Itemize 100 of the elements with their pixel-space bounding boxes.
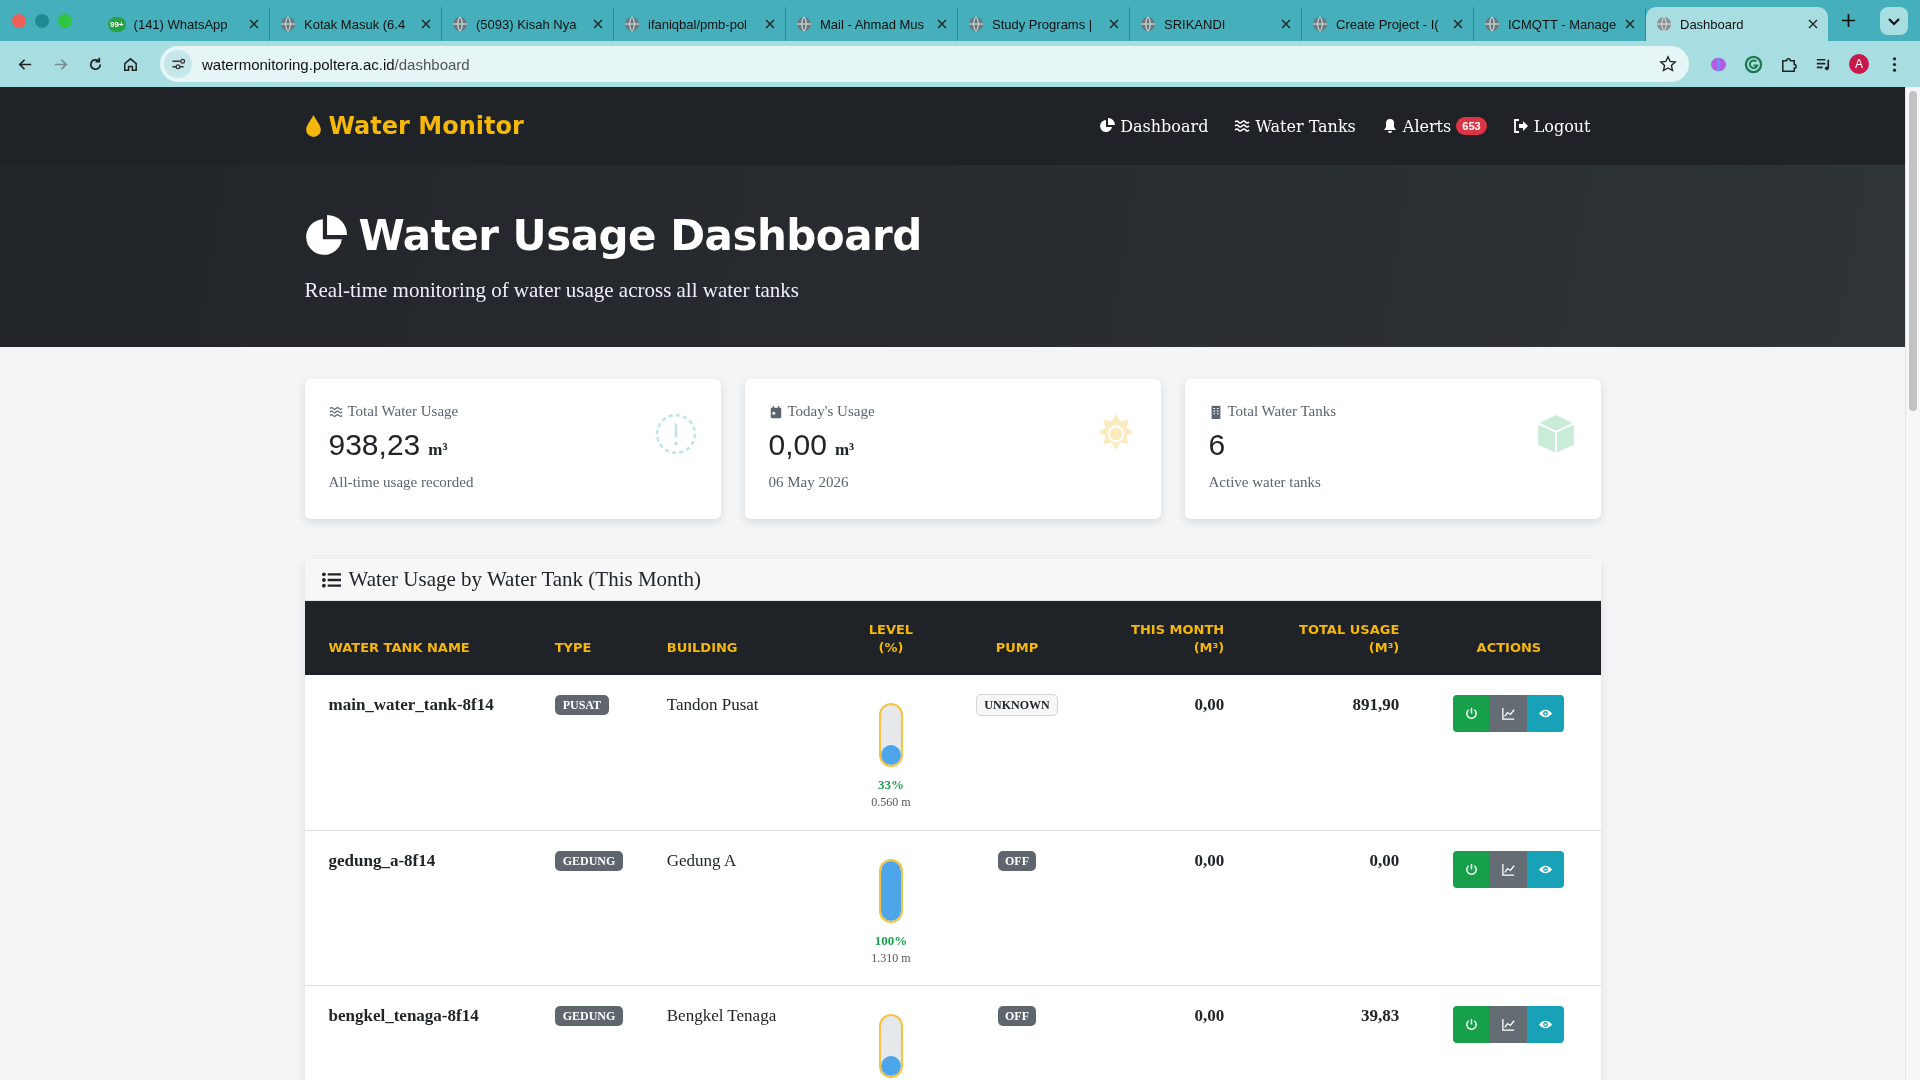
address-bar[interactable]: watermonitoring.poltera.ac.id/dashboard [160, 46, 1689, 82]
close-icon[interactable] [1109, 19, 1119, 29]
water-height: 0.560 m [871, 795, 911, 810]
close-icon[interactable] [593, 19, 603, 29]
browser-tab[interactable]: Dashboard [1646, 7, 1828, 41]
close-icon[interactable] [765, 19, 775, 29]
month-usage: 0,00 [1194, 695, 1225, 714]
type-badge: PUSAT [554, 695, 610, 715]
card-unit: m³ [834, 440, 855, 460]
close-icon[interactable] [249, 19, 259, 29]
tab-title: SRIKANDI [1164, 16, 1227, 32]
pump-toggle-button[interactable] [1453, 850, 1491, 888]
nav-link-label: Dashboard [1120, 116, 1209, 136]
tank-name: bengkel_tenaga-8f14 [328, 1005, 479, 1025]
globe-icon [280, 16, 296, 32]
globe-icon [1484, 16, 1500, 32]
profile-avatar[interactable]: A [1849, 54, 1869, 74]
power-icon [1464, 1016, 1480, 1032]
nav-link[interactable]: Alerts 653 [1381, 116, 1487, 136]
type-badge: GEDUNG [554, 850, 624, 871]
exclamation-circle-icon [654, 413, 697, 455]
column-header: TYPE [544, 601, 657, 675]
card-label: Total Water Usage [347, 403, 459, 420]
tab-title: Kotak Masuk (6.4 [304, 16, 407, 32]
water-drop-icon [304, 114, 322, 138]
building-name: Bengkel Tenaga [666, 1005, 777, 1025]
pump-toggle-button[interactable] [1453, 695, 1491, 732]
table-title: Water Usage by Water Tank (This Month) [348, 567, 701, 592]
globe-icon [796, 16, 812, 32]
chart-button[interactable] [1490, 1005, 1528, 1043]
column-header: ACTIONS [1417, 601, 1601, 675]
card-value: 6 [1208, 428, 1226, 462]
line-chart-icon [1501, 706, 1517, 721]
nav-link-label: Alerts [1402, 116, 1452, 136]
nav-link-label: Water Tanks [1255, 116, 1356, 136]
close-icon[interactable] [937, 19, 947, 29]
view-button[interactable] [1527, 695, 1565, 732]
globe-icon [624, 16, 640, 32]
tab-search-icon[interactable] [1880, 6, 1908, 35]
close-icon[interactable] [1281, 19, 1291, 29]
card-note: All-time usage recorded [328, 474, 474, 491]
level-percent: 33% [877, 777, 904, 793]
pump-status-badge: OFF [998, 1005, 1036, 1026]
card-value: 0,00 [768, 428, 827, 462]
close-icon[interactable] [1808, 19, 1818, 29]
tab-title: Study Programs | [992, 16, 1094, 32]
pie-chart-icon [304, 214, 347, 257]
pie-chart-icon [1099, 118, 1116, 134]
tab-title: Mail - Ahmad Mus [820, 16, 926, 32]
tab-title: (141) WhatsApp [133, 16, 229, 32]
chart-button[interactable] [1490, 695, 1528, 732]
month-usage: 0,00 [1194, 850, 1225, 870]
list-icon [321, 571, 341, 588]
total-usage: 0,00 [1369, 850, 1400, 870]
close-icon[interactable] [1453, 19, 1463, 29]
column-header: THIS MONTH (M³) [1087, 601, 1243, 675]
pump-toggle-button[interactable] [1453, 1005, 1491, 1043]
month-usage: 0,00 [1194, 1005, 1225, 1025]
logout-icon [1512, 118, 1529, 134]
nav-link[interactable]: Dashboard [1099, 116, 1209, 136]
total-usage: 891,90 [1352, 695, 1400, 714]
nav-link[interactable]: Logout [1512, 116, 1591, 136]
card-label: Today's Usage [787, 403, 875, 420]
tab-title: Dashboard [1680, 16, 1745, 32]
tab-title: (5093) Kisah Nya [476, 16, 578, 32]
power-icon [1464, 706, 1480, 721]
site-settings-icon[interactable] [164, 50, 192, 78]
bell-icon [1381, 118, 1398, 134]
total-usage: 39,83 [1361, 1005, 1400, 1025]
bookmark-star-icon[interactable] [1659, 55, 1677, 73]
scrollbar[interactable] [1905, 87, 1920, 1080]
close-icon[interactable] [421, 19, 431, 29]
line-chart-icon [1501, 861, 1517, 877]
nav-link[interactable]: Water Tanks [1234, 116, 1356, 136]
tab-badge: 99+ [108, 16, 126, 32]
new-tab-icon[interactable] [1842, 14, 1855, 27]
card-note: 06 May 2026 [768, 474, 850, 491]
view-button[interactable] [1527, 850, 1565, 888]
brand-link[interactable]: Water Monitor [304, 112, 524, 140]
column-header: LEVEL (%) [834, 601, 947, 675]
chart-button[interactable] [1490, 850, 1528, 888]
tab-title: ICMQTT - Manage [1508, 16, 1617, 32]
close-icon[interactable] [1625, 19, 1635, 29]
pump-status-badge: UNKNOWN [976, 694, 1058, 716]
building-name: Gedung A [666, 850, 737, 870]
page-subtitle: Real-time monitoring of water usage across all water tanks [304, 278, 800, 303]
level-percent: 100% [874, 932, 908, 949]
view-button[interactable] [1527, 1005, 1565, 1043]
column-header: BUILDING [656, 601, 835, 675]
card-unit: m³ [428, 440, 448, 460]
power-icon [1464, 861, 1480, 877]
column-header: TOTAL USAGE (M³) [1242, 601, 1418, 675]
column-header: WATER TANK NAME [304, 601, 545, 675]
tab-title: ifaniqbal/pmb-pol [648, 16, 748, 32]
globe-icon [452, 16, 468, 32]
globe-icon [1312, 16, 1328, 32]
grammar-icon[interactable] [1744, 54, 1763, 74]
url-text: watermonitoring.poltera.ac.id/dashboard [202, 55, 471, 73]
alert-count-badge: 653 [1456, 117, 1487, 135]
card-value: 938,23 [328, 428, 421, 462]
